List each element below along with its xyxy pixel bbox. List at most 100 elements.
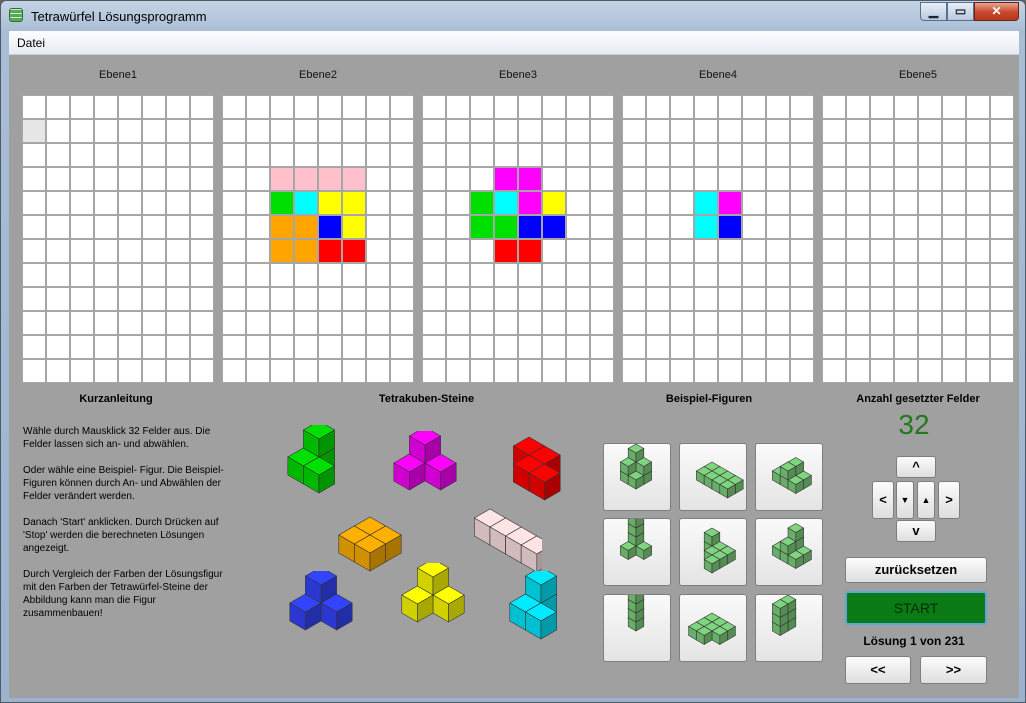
grid-cell[interactable] [270, 143, 294, 167]
grid-cell[interactable] [846, 239, 870, 263]
example-figure-button-2[interactable] [679, 443, 747, 511]
grid-cell[interactable] [118, 119, 142, 143]
example-figure-button-1[interactable] [603, 443, 671, 511]
grid-cell[interactable] [294, 95, 318, 119]
grid-cell[interactable] [46, 359, 70, 383]
grid-cell[interactable] [590, 359, 614, 383]
grid-cell[interactable] [70, 335, 94, 359]
grid-cell[interactable] [390, 335, 414, 359]
grid-cell[interactable] [118, 311, 142, 335]
grid-cell[interactable] [966, 143, 990, 167]
grid-cell[interactable] [518, 287, 542, 311]
grid-cell[interactable] [822, 263, 846, 287]
grid-cell[interactable] [670, 191, 694, 215]
grid-cell[interactable] [46, 215, 70, 239]
grid-cell[interactable] [70, 215, 94, 239]
grid-cell[interactable] [694, 143, 718, 167]
grid-cell[interactable] [118, 143, 142, 167]
grid-cell[interactable] [270, 95, 294, 119]
grid-cell[interactable] [742, 359, 766, 383]
grid-cell[interactable] [942, 143, 966, 167]
grid-cell[interactable] [966, 311, 990, 335]
grid-cell[interactable] [342, 215, 366, 239]
nav-up-button[interactable]: ^ [896, 456, 936, 478]
grid-cell[interactable] [94, 359, 118, 383]
grid-cell[interactable] [294, 143, 318, 167]
grid-cell[interactable] [46, 263, 70, 287]
grid-cell[interactable] [270, 359, 294, 383]
grid-cell[interactable] [318, 287, 342, 311]
grid-cell[interactable] [694, 311, 718, 335]
grid-cell[interactable] [742, 287, 766, 311]
grid-cell[interactable] [422, 287, 446, 311]
grid-cell[interactable] [766, 287, 790, 311]
grid-cell[interactable] [918, 263, 942, 287]
grid-cell[interactable] [166, 359, 190, 383]
grid-cell[interactable] [646, 335, 670, 359]
grid-cell[interactable] [918, 359, 942, 383]
grid-cell[interactable] [870, 95, 894, 119]
grid-cell[interactable] [590, 143, 614, 167]
grid-cell[interactable] [894, 263, 918, 287]
grid-cell[interactable] [990, 167, 1014, 191]
grid-cell[interactable] [918, 143, 942, 167]
grid-cell[interactable] [742, 119, 766, 143]
grid-cell[interactable] [246, 191, 270, 215]
grid-cell[interactable] [94, 215, 118, 239]
grid-cell[interactable] [542, 311, 566, 335]
grid-cell[interactable] [342, 119, 366, 143]
grid-cell[interactable] [22, 95, 46, 119]
grid-cell[interactable] [966, 215, 990, 239]
grid-cell[interactable] [542, 359, 566, 383]
grid-cell[interactable] [22, 359, 46, 383]
grid-cell[interactable] [718, 215, 742, 239]
grid-cell[interactable] [846, 191, 870, 215]
grid-cell[interactable] [646, 311, 670, 335]
grid-cell[interactable] [542, 143, 566, 167]
grid-cell[interactable] [590, 287, 614, 311]
grid-cell[interactable] [590, 191, 614, 215]
grid-cell[interactable] [366, 311, 390, 335]
grid-cell[interactable] [766, 167, 790, 191]
grid-cell[interactable] [846, 215, 870, 239]
grid-cell[interactable] [718, 311, 742, 335]
grid-cell[interactable] [542, 287, 566, 311]
grid-cell[interactable] [670, 263, 694, 287]
grid-cell[interactable] [590, 335, 614, 359]
grid-cell[interactable] [542, 119, 566, 143]
grid-cell[interactable] [894, 143, 918, 167]
grid-cell[interactable] [590, 311, 614, 335]
grid-cell[interactable] [366, 287, 390, 311]
grid-cell[interactable] [990, 143, 1014, 167]
grid-cell[interactable] [22, 335, 46, 359]
grid-cell[interactable] [622, 311, 646, 335]
grid-cell[interactable] [894, 119, 918, 143]
grid-cell[interactable] [870, 119, 894, 143]
grid-cell[interactable] [518, 167, 542, 191]
grid-cell[interactable] [670, 311, 694, 335]
grid-cell[interactable] [766, 263, 790, 287]
grid-cell[interactable] [166, 119, 190, 143]
grid-cell[interactable] [294, 359, 318, 383]
grid-cell[interactable] [446, 239, 470, 263]
grid-cell[interactable] [70, 95, 94, 119]
grid-cell[interactable] [46, 335, 70, 359]
grid-cell[interactable] [342, 287, 366, 311]
grid-cell[interactable] [446, 191, 470, 215]
grid-cell[interactable] [846, 335, 870, 359]
grid-cell[interactable] [822, 287, 846, 311]
grid-cell[interactable] [566, 215, 590, 239]
grid-cell[interactable] [94, 167, 118, 191]
grid-cell[interactable] [718, 359, 742, 383]
example-figure-button-9[interactable] [755, 594, 823, 662]
grid-cell[interactable] [870, 143, 894, 167]
grid-cell[interactable] [190, 335, 214, 359]
grid-cell[interactable] [22, 239, 46, 263]
grid-cell[interactable] [294, 311, 318, 335]
grid-cell[interactable] [870, 191, 894, 215]
grid-cell[interactable] [622, 95, 646, 119]
grid-cell[interactable] [222, 263, 246, 287]
grid-cell[interactable] [246, 335, 270, 359]
grid-cell[interactable] [94, 287, 118, 311]
grid-cell[interactable] [894, 287, 918, 311]
